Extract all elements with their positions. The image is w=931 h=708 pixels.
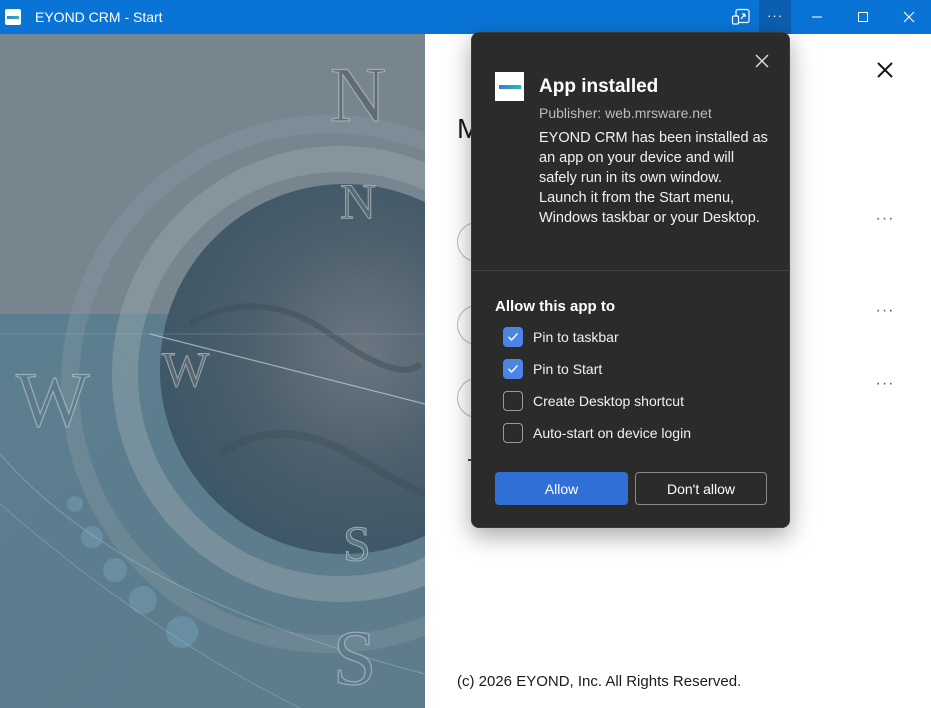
minimize-icon xyxy=(812,16,822,18)
compass-letter-w-small: W xyxy=(162,341,210,397)
checkbox-checked-icon[interactable] xyxy=(503,327,523,347)
close-panel-button[interactable] xyxy=(872,57,898,83)
row-more-button[interactable]: ··· xyxy=(872,375,898,392)
row-more-button[interactable]: ··· xyxy=(872,210,898,227)
compass-letter-w-large: W xyxy=(16,356,90,443)
dialog-close-button[interactable] xyxy=(752,51,772,71)
option-label: Pin to Start xyxy=(533,361,603,377)
dialog-title: App installed xyxy=(539,76,659,97)
divider xyxy=(472,270,789,271)
compass-letter-s-large: S xyxy=(333,614,376,701)
option-label: Pin to taskbar xyxy=(533,329,619,345)
maximize-button[interactable] xyxy=(840,0,886,34)
app-available-icon[interactable] xyxy=(726,0,756,34)
settings-more-button[interactable]: ··· xyxy=(759,0,791,34)
close-icon xyxy=(903,11,914,23)
copyright-footer: (c) 2026 EYOND, Inc. All Rights Reserved… xyxy=(457,673,742,690)
compass-globe-artwork: N N W W S S xyxy=(0,34,425,708)
minimize-button[interactable] xyxy=(794,0,840,34)
row-more-button[interactable]: ··· xyxy=(872,302,898,319)
option-label: Auto-start on device login xyxy=(533,425,691,441)
app-logo-icon xyxy=(495,72,524,101)
publisher-text: Publisher: web.mrsware.net xyxy=(539,105,712,121)
checkbox-unchecked-icon[interactable] xyxy=(503,423,523,443)
dont-allow-button[interactable]: Don't allow xyxy=(635,472,767,505)
title-bar: EYOND CRM - Start ··· xyxy=(0,0,931,34)
compass-letter-s-small: S xyxy=(343,515,371,571)
permissions-heading: Allow this app to xyxy=(495,298,615,315)
checkbox-checked-icon[interactable] xyxy=(503,359,523,379)
window-title: EYOND CRM - Start xyxy=(35,9,163,25)
checkbox-unchecked-icon[interactable] xyxy=(503,391,523,411)
maximize-icon xyxy=(858,12,868,22)
more-dots-icon: ··· xyxy=(767,7,783,23)
close-icon xyxy=(755,54,769,68)
app-installed-dialog: App installed Publisher: web.mrsware.net… xyxy=(471,32,790,528)
close-window-button[interactable] xyxy=(886,0,931,34)
create-desktop-shortcut-option[interactable]: Create Desktop shortcut xyxy=(503,390,684,412)
auto-start-option[interactable]: Auto-start on device login xyxy=(503,422,691,444)
allow-button[interactable]: Allow xyxy=(495,472,628,505)
pin-to-taskbar-option[interactable]: Pin to taskbar xyxy=(503,326,619,348)
compass-letter-n-small: N xyxy=(340,173,376,229)
app-icon xyxy=(5,9,21,25)
option-label: Create Desktop shortcut xyxy=(533,393,684,409)
compass-letter-n-large: N xyxy=(330,51,386,138)
pin-to-start-option[interactable]: Pin to Start xyxy=(503,358,602,380)
dialog-description: EYOND CRM has been installed as an app o… xyxy=(539,130,768,226)
close-icon xyxy=(877,62,893,78)
